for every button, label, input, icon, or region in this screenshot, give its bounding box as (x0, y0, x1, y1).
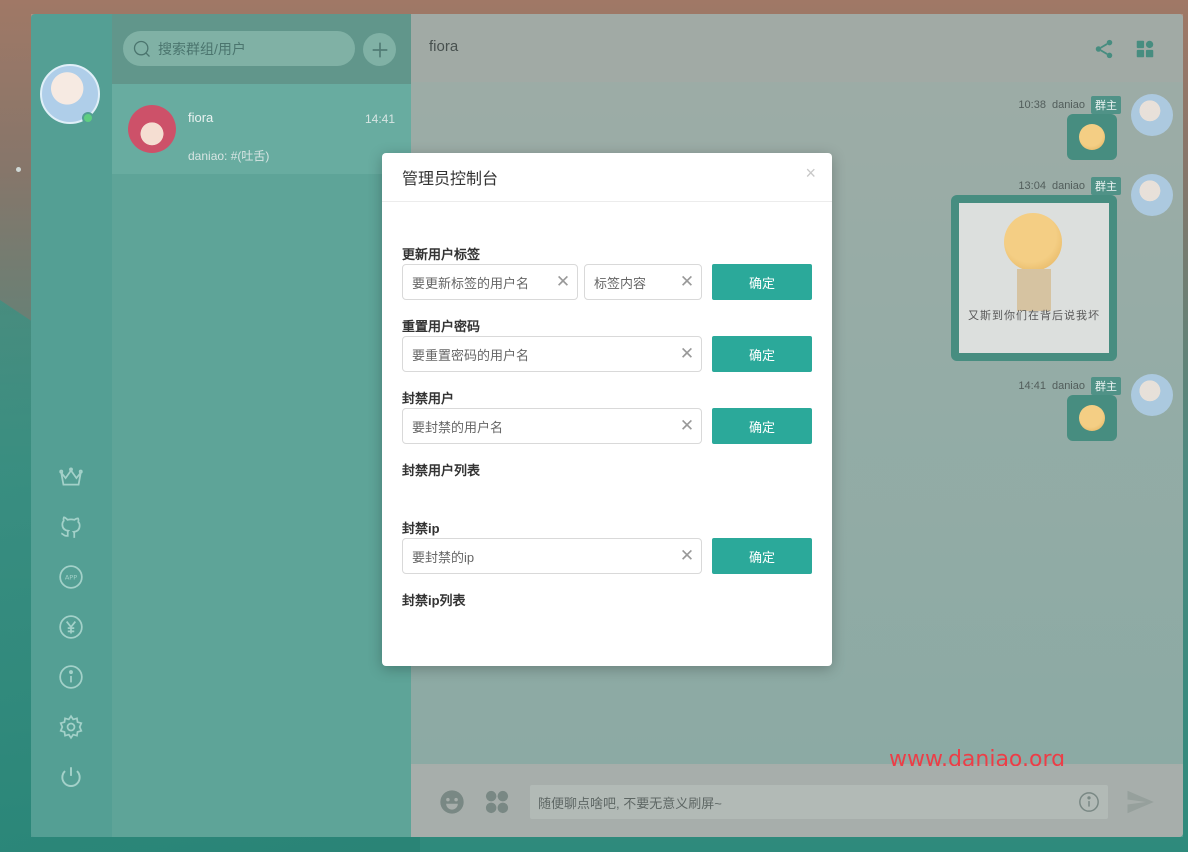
ban-user-label: 封禁用户 (402, 391, 455, 406)
reset-password-placeholder: 要重置密码的用户名 (412, 347, 530, 363)
reset-password-confirm-button[interactable]: 确定 (712, 336, 812, 372)
clear-icon[interactable]: ✕ (549, 265, 577, 299)
clear-icon[interactable]: ✕ (673, 265, 701, 299)
reset-password-label: 重置用户密码 (402, 319, 481, 334)
admin-console-modal: 管理员控制台 × 更新用户标签 要更新标签的用户名 ✕ 标签内容 ✕ 确定 重置… (382, 153, 832, 666)
decoration-dot (16, 167, 21, 172)
ban-ip-label: 封禁ip (402, 521, 440, 536)
divider (382, 201, 832, 202)
clear-icon[interactable]: ✕ (673, 337, 701, 371)
ban-user-placeholder: 要封禁的用户名 (412, 419, 504, 435)
reset-password-field[interactable]: 要重置密码的用户名 ✕ (402, 336, 702, 372)
clear-icon[interactable]: ✕ (673, 539, 701, 573)
tag-username-placeholder: 要更新标签的用户名 (412, 275, 530, 291)
clear-icon[interactable]: ✕ (673, 409, 701, 443)
modal-title: 管理员控制台 (402, 171, 499, 188)
close-icon[interactable]: × (805, 163, 816, 184)
tag-content-field[interactable]: 标签内容 ✕ (584, 264, 702, 300)
ban-user-confirm-button[interactable]: 确定 (712, 408, 812, 444)
banned-user-list-label: 封禁用户列表 (402, 463, 481, 478)
tag-content-placeholder: 标签内容 (594, 275, 647, 291)
ban-ip-confirm-button[interactable]: 确定 (712, 538, 812, 574)
update-tag-confirm-button[interactable]: 确定 (712, 264, 812, 300)
ban-ip-placeholder: 要封禁的ip (412, 549, 475, 565)
update-tag-label: 更新用户标签 (402, 247, 481, 262)
tag-username-field[interactable]: 要更新标签的用户名 ✕ (402, 264, 578, 300)
ban-ip-field[interactable]: 要封禁的ip ✕ (402, 538, 702, 574)
banned-ip-list-label: 封禁ip列表 (402, 593, 466, 608)
ban-user-field[interactable]: 要封禁的用户名 ✕ (402, 408, 702, 444)
